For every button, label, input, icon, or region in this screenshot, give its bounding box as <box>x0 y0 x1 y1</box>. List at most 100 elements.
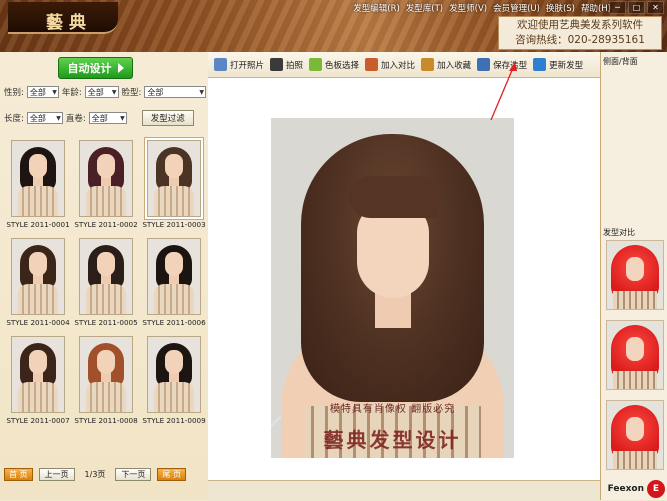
menu-hairstyle-library[interactable]: 发型库(T) <box>406 2 443 14</box>
hairstyle-item[interactable]: STYLE 2011-0004 <box>4 234 72 332</box>
hairstyle-label: STYLE 2011-0006 <box>142 318 206 327</box>
hairstyle-thumbnail[interactable] <box>79 140 133 217</box>
copyright-watermark: 模特具有肖像权 翻版必究 <box>329 404 456 415</box>
thumb-dress <box>18 284 58 314</box>
menu-stylist[interactable]: 发型师(V) <box>449 2 487 14</box>
age-select[interactable]: 全部 ▼ <box>84 86 119 98</box>
menu-skin[interactable]: 换肤(S) <box>546 2 575 14</box>
gender-select[interactable]: 全部 ▼ <box>26 86 59 98</box>
minimize-icon[interactable]: ─ <box>609 1 626 14</box>
first-page-button[interactable]: 首 页 <box>4 468 33 481</box>
hairstyle-item[interactable]: STYLE 2011-0001 <box>4 136 72 234</box>
thumb-dress <box>18 382 58 412</box>
chevron-down-icon: ▼ <box>199 88 204 96</box>
gender-label: 性别: <box>4 88 24 98</box>
auto-design-button[interactable]: 自动设计 <box>58 57 133 79</box>
toolbar-label: 打开照片 <box>230 60 265 71</box>
face-select[interactable]: 全部 ▼ <box>144 86 206 98</box>
hairstyle-thumbnail[interactable] <box>147 238 201 315</box>
hairstyle-thumbnail[interactable] <box>11 336 65 413</box>
hairstyle-item[interactable]: STYLE 2011-0008 <box>72 332 140 430</box>
hotline-text: 咨询热线：020-28935161 <box>515 34 645 46</box>
curl-label: 直卷: <box>65 114 86 124</box>
menu-help[interactable]: 帮助(H) <box>581 2 611 14</box>
save-style-button[interactable]: 保存造型 <box>477 58 527 71</box>
compare-thumb[interactable] <box>606 320 664 390</box>
compare-face <box>626 417 644 441</box>
hairstyle-item[interactable]: STYLE 2011-0006 <box>140 234 208 332</box>
hairstyle-item[interactable]: STYLE 2011-0002 <box>72 136 140 234</box>
palette-icon <box>309 58 323 71</box>
hairstyle-thumbnail[interactable] <box>147 336 201 413</box>
compare-thumb[interactable] <box>606 400 664 470</box>
maximize-icon[interactable]: □ <box>628 1 645 14</box>
hairstyle-filter-button[interactable]: 发型过滤 <box>141 110 194 126</box>
toolbar-label: 保存造型 <box>493 60 528 71</box>
toolbar-label: 拍照 <box>286 60 304 71</box>
update-style-button[interactable]: 更新发型 <box>533 58 583 71</box>
toolbar-label: 加入收藏 <box>437 60 472 71</box>
thumb-face <box>97 350 115 374</box>
window-controls: ─ □ ✕ <box>609 1 664 14</box>
hairstyle-thumbnail[interactable] <box>147 140 201 217</box>
filter-panel: 性别: 全部 ▼ 年龄: 全部 ▼ 脸型: 全部 ▼ 长度: 全部 ▼ 直卷: 全部 ▼ … <box>4 84 206 136</box>
compare-label: 发型对比 <box>603 228 635 237</box>
thumb-dress <box>154 186 194 216</box>
side-back-label[interactable]: 侧面/背面 <box>603 56 638 67</box>
hairstyle-label: STYLE 2011-0009 <box>142 416 206 425</box>
thumb-face <box>97 252 115 276</box>
model-photo[interactable]: 模特具有肖像权 翻版必究 藝典发型设计 <box>271 118 514 458</box>
play-icon <box>117 63 124 73</box>
pager: 首 页 上一页 1/3页 下一页 尾 页 <box>4 468 204 481</box>
face-value: 全部 <box>147 87 164 97</box>
preview-canvas[interactable]: 模特具有肖像权 翻版必究 藝典发型设计 <box>208 78 600 480</box>
length-value: 全部 <box>29 113 46 123</box>
left-panel: 自动设计 性别: 全部 ▼ 年龄: 全部 ▼ 脸型: 全部 ▼ 长度: 全部 ▼ 直卷: <box>0 52 209 500</box>
menu-bar: 发型编辑(R) 发型库(T) 发型师(V) 会员管理(U) 换肤(S) 帮助(H… <box>353 2 611 14</box>
hairstyle-thumbnail[interactable] <box>11 140 65 217</box>
welcome-text: 欢迎使用艺典美发系列软件 <box>517 19 643 31</box>
hairstyle-item[interactable]: STYLE 2011-0003 <box>140 136 208 234</box>
main-toolbar: 打开照片 拍照 色板选择 加入对比 加入收藏 保存造型 更新发型 <box>208 52 600 78</box>
welcome-banner: 欢迎使用艺典美发系列软件 咨询热线：020-28935161 <box>498 16 662 50</box>
hairstyle-item[interactable]: STYLE 2011-0005 <box>72 234 140 332</box>
take-photo-button[interactable]: 拍照 <box>270 58 303 71</box>
add-favorite-button[interactable]: 加入收藏 <box>421 58 471 71</box>
brand-text: Feexon <box>607 484 644 494</box>
hairstyle-thumbnail[interactable] <box>11 238 65 315</box>
age-value: 全部 <box>87 87 104 97</box>
compare-dress <box>613 451 657 469</box>
brand-mark: Feexon E <box>608 480 665 498</box>
next-page-button[interactable]: 下一页 <box>115 468 152 481</box>
compare-thumb[interactable] <box>606 240 664 310</box>
curl-select[interactable]: 全部 ▼ <box>88 112 127 124</box>
right-panel: 侧面/背面 发型对比 <box>600 52 667 500</box>
toolbar-label: 更新发型 <box>549 60 584 71</box>
thumb-face <box>165 350 183 374</box>
thumb-face <box>29 252 47 276</box>
hairstyle-item[interactable]: STYLE 2011-0007 <box>4 332 72 430</box>
length-select[interactable]: 全部 ▼ <box>26 112 63 124</box>
hairstyle-thumbnail[interactable] <box>79 336 133 413</box>
hairstyle-label: STYLE 2011-0001 <box>6 220 70 229</box>
logo-text: 藝典 <box>46 13 92 33</box>
add-compare-button[interactable]: 加入对比 <box>365 58 415 71</box>
face-label: 脸型: <box>121 88 142 98</box>
last-page-button[interactable]: 尾 页 <box>157 468 186 481</box>
menu-member-management[interactable]: 会员管理(U) <box>493 2 540 14</box>
hairstyle-label: STYLE 2011-0003 <box>142 220 206 229</box>
hairstyle-label: STYLE 2011-0007 <box>6 416 70 425</box>
favorite-icon <box>421 58 435 71</box>
hairstyle-label: STYLE 2011-0002 <box>74 220 138 229</box>
thumb-face <box>97 154 115 178</box>
hairstyle-thumbnail[interactable] <box>79 238 133 315</box>
palette-button[interactable]: 色板选择 <box>309 58 359 71</box>
thumb-face <box>165 252 183 276</box>
chevron-down-icon: ▼ <box>120 114 125 122</box>
close-icon[interactable]: ✕ <box>647 1 664 14</box>
hairstyle-label: STYLE 2011-0008 <box>74 416 138 425</box>
open-photo-button[interactable]: 打开照片 <box>214 58 264 71</box>
menu-hairstyle-edit[interactable]: 发型编辑(R) <box>353 2 400 14</box>
prev-page-button[interactable]: 上一页 <box>38 468 75 481</box>
hairstyle-item[interactable]: STYLE 2011-0009 <box>140 332 208 430</box>
